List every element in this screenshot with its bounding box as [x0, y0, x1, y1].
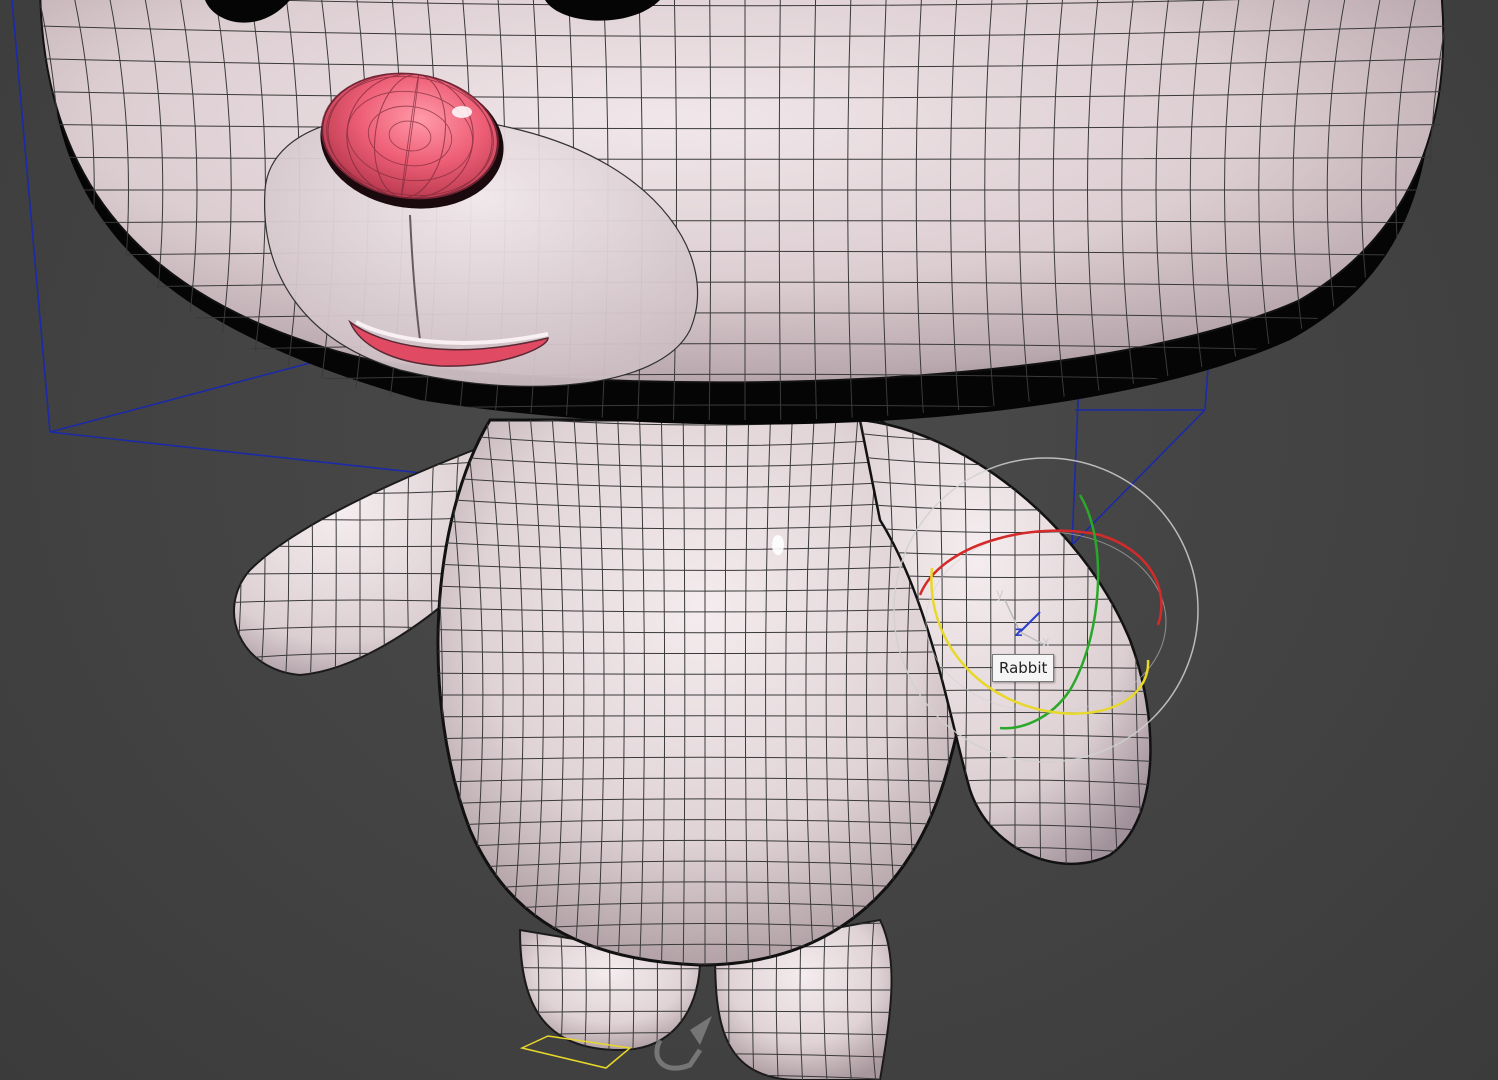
- object-name-tooltip: Rabbit: [992, 654, 1055, 682]
- body-specular-highlight: [772, 535, 784, 555]
- gizmo-z-axis-label: z: [1015, 625, 1023, 640]
- gizmo-x-axis-label: x: [1042, 635, 1050, 650]
- nose-highlight: [452, 106, 472, 118]
- 3d-viewport[interactable]: y z x Rabbit: [0, 0, 1498, 1080]
- gizmo-y-axis-label: y: [996, 587, 1004, 602]
- viewport-scene[interactable]: [0, 0, 1498, 1080]
